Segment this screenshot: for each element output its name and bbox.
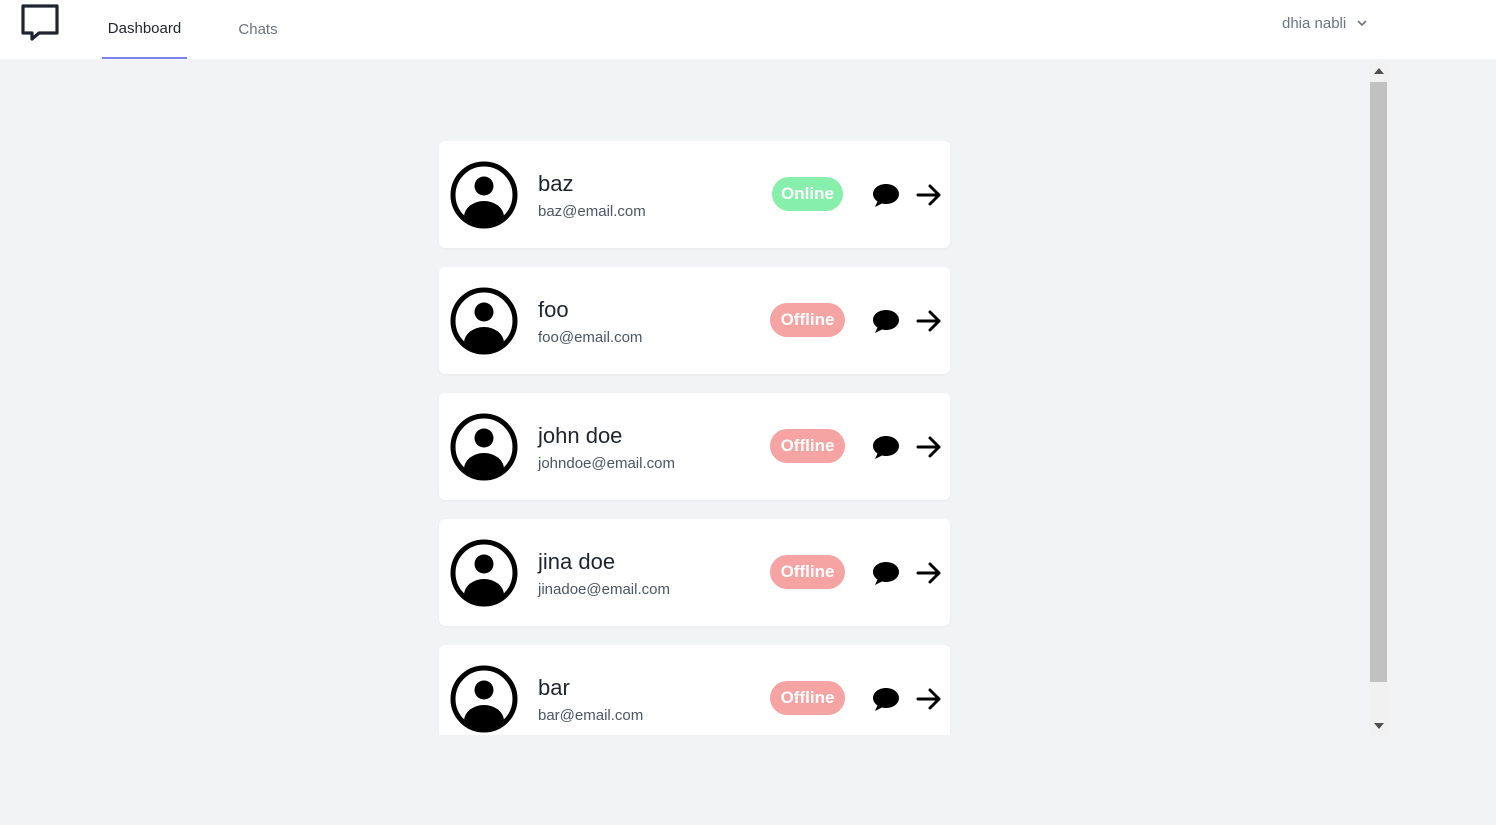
user-circle-icon	[450, 161, 518, 229]
status-badge: Online	[772, 177, 843, 211]
user-name: foo	[538, 297, 569, 322]
user-circle-icon	[450, 539, 518, 607]
user-menu[interactable]: dhia nabli	[1282, 12, 1368, 34]
speech-bubble-icon[interactable]	[871, 181, 901, 209]
user-card: baz baz@email.com Online	[439, 141, 950, 248]
user-card: bar bar@email.com Offline	[439, 645, 950, 735]
tab-dashboard[interactable]: Dashboard	[102, 0, 187, 59]
user-circle-icon	[450, 413, 518, 481]
user-email: jinadoe@email.com	[538, 581, 670, 598]
speech-bubble-icon[interactable]	[871, 433, 901, 461]
arrow-right-icon[interactable]	[915, 181, 943, 209]
user-card: jina doe jinadoe@email.com Offline	[439, 519, 950, 626]
user-email: bar@email.com	[538, 707, 644, 724]
user-name: baz	[538, 171, 574, 196]
user-name: bar	[538, 675, 570, 700]
tab-chats[interactable]: Chats	[225, 0, 291, 59]
user-list: baz baz@email.com Online foo foo@email.c…	[0, 59, 1370, 735]
status-badge: Offline	[770, 555, 845, 589]
user-menu-name: dhia nabli	[1282, 14, 1347, 32]
user-name: jina doe	[538, 549, 616, 574]
user-circle-icon	[450, 287, 518, 355]
top-navbar: Dashboard Chats dhia nabli	[0, 0, 1496, 59]
speech-bubble-icon[interactable]	[871, 559, 901, 587]
speech-bubble-icon[interactable]	[871, 307, 901, 335]
chevron-down-icon	[1357, 20, 1367, 27]
status-badge: Offline	[770, 429, 845, 463]
scrollbar[interactable]	[1369, 62, 1388, 735]
user-circle-icon	[450, 665, 518, 733]
scroll-up-arrow-icon[interactable]	[1369, 62, 1388, 80]
chat-bubble-logo-icon[interactable]	[20, 3, 60, 41]
arrow-right-icon[interactable]	[915, 559, 943, 587]
user-card: foo foo@email.com Offline	[439, 267, 950, 374]
user-email: baz@email.com	[538, 203, 646, 220]
scroll-thumb[interactable]	[1370, 82, 1387, 682]
user-card: john doe johndoe@email.com Offline	[439, 393, 950, 500]
arrow-right-icon[interactable]	[915, 685, 943, 713]
arrow-right-icon[interactable]	[915, 307, 943, 335]
user-email: foo@email.com	[538, 329, 643, 346]
scroll-down-arrow-icon[interactable]	[1369, 717, 1388, 735]
speech-bubble-icon[interactable]	[871, 685, 901, 713]
arrow-right-icon[interactable]	[915, 433, 943, 461]
user-name: john doe	[538, 423, 623, 448]
status-badge: Offline	[770, 303, 845, 337]
status-badge: Offline	[770, 681, 845, 715]
user-email: johndoe@email.com	[538, 455, 675, 472]
